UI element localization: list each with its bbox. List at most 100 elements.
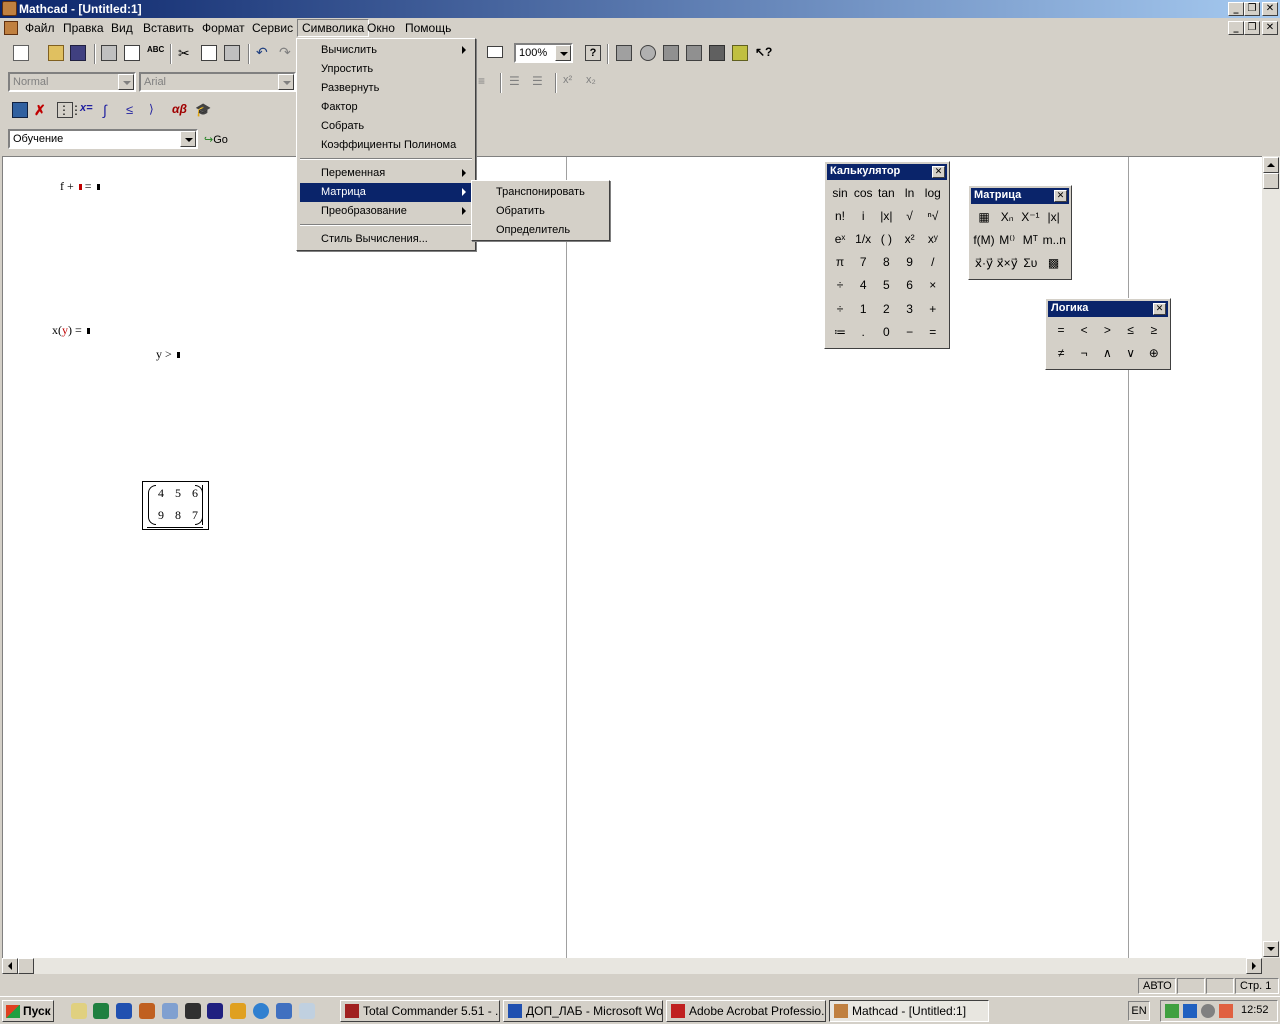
menu-insert[interactable]: Вставить bbox=[140, 21, 197, 35]
palette-key[interactable]: ÷ bbox=[829, 299, 851, 319]
palette-key[interactable]: log bbox=[922, 183, 944, 203]
palette-key[interactable]: 5 bbox=[875, 275, 897, 295]
palette-key[interactable]: 6 bbox=[899, 275, 921, 295]
menu-edit[interactable]: Правка bbox=[60, 21, 107, 35]
palette-key[interactable]: x⃗·y⃗ bbox=[973, 253, 995, 273]
palette-key[interactable]: ▦ bbox=[973, 207, 995, 227]
placeholder[interactable] bbox=[96, 184, 100, 190]
palette-key[interactable]: π bbox=[829, 252, 851, 272]
palette-key[interactable]: tan bbox=[875, 183, 897, 203]
quicklaunch-icon[interactable] bbox=[276, 1003, 292, 1019]
menu-window[interactable]: Окно bbox=[364, 21, 398, 35]
menu-transform[interactable]: Преобразование bbox=[300, 202, 472, 221]
tray-icon[interactable] bbox=[1183, 1004, 1197, 1018]
palette-key[interactable]: n! bbox=[829, 206, 851, 226]
menu-collect[interactable]: Собрать bbox=[300, 117, 472, 136]
new-document-icon[interactable] bbox=[13, 45, 29, 61]
doc-minimize-button[interactable]: _ bbox=[1228, 21, 1244, 35]
palette-key[interactable]: Συ bbox=[1019, 253, 1041, 273]
menu-help[interactable]: Помощь bbox=[402, 21, 454, 35]
quicklaunch-icon[interactable] bbox=[185, 1003, 201, 1019]
hscroll-thumb[interactable] bbox=[18, 958, 34, 974]
doc-restore-button[interactable]: ❐ bbox=[1244, 21, 1260, 35]
palette-key[interactable]: Xₙ bbox=[996, 207, 1018, 227]
palette-key[interactable]: 7 bbox=[852, 252, 874, 272]
scroll-right-button[interactable] bbox=[1246, 958, 1262, 974]
task-acrobat[interactable]: Adobe Acrobat Professio... bbox=[666, 1000, 826, 1022]
undo-icon[interactable]: ↶ bbox=[256, 44, 272, 60]
palette-key[interactable]: + bbox=[922, 299, 944, 319]
align-right-icon[interactable]: ≡ bbox=[478, 74, 494, 90]
go-button[interactable]: ↪Go bbox=[202, 130, 234, 150]
scroll-thumb[interactable] bbox=[1263, 173, 1279, 189]
quicklaunch-icon[interactable] bbox=[299, 1003, 315, 1019]
palette-key[interactable]: ▩ bbox=[1043, 253, 1065, 273]
speaker-icon[interactable] bbox=[1201, 1004, 1215, 1018]
menu-expand[interactable]: Развернуть bbox=[300, 79, 472, 98]
palette-key[interactable]: . bbox=[852, 322, 874, 342]
palette-key[interactable]: ∧ bbox=[1096, 343, 1118, 363]
palette-key[interactable]: ≔ bbox=[829, 322, 851, 342]
palette-key[interactable]: × bbox=[922, 275, 944, 295]
tray-icon[interactable] bbox=[1165, 1004, 1179, 1018]
palette-key[interactable]: |x| bbox=[875, 206, 897, 226]
palette-key[interactable]: X⁻¹ bbox=[1019, 207, 1041, 227]
superscript-icon[interactable]: x² bbox=[563, 74, 579, 90]
palette-key[interactable]: ( ) bbox=[875, 229, 897, 249]
redo-icon[interactable]: ↷ bbox=[279, 44, 295, 60]
insert-region-icon[interactable] bbox=[487, 46, 503, 58]
palette-key[interactable]: cos bbox=[852, 183, 874, 203]
quicklaunch-icon[interactable] bbox=[230, 1003, 246, 1019]
resources-select[interactable]: Обучение bbox=[8, 129, 198, 149]
document-icon[interactable] bbox=[4, 21, 18, 35]
greek-toolbar-icon[interactable]: αβ bbox=[172, 102, 188, 118]
worksheet[interactable]: f + = x(y) = y > 456 987 bbox=[2, 156, 1262, 959]
palette-key[interactable]: 2 bbox=[875, 299, 897, 319]
close-button[interactable]: ✕ bbox=[1262, 2, 1278, 16]
palette-key[interactable]: ≠ bbox=[1050, 343, 1072, 363]
matrix-region[interactable]: 456 987 bbox=[142, 481, 209, 530]
palette-key[interactable]: √ bbox=[899, 206, 921, 226]
calculator-toolbar-icon[interactable] bbox=[12, 102, 28, 118]
spellcheck-icon[interactable]: ABC bbox=[147, 45, 164, 61]
numbering-icon[interactable]: ☰ bbox=[532, 74, 548, 90]
palette-key[interactable]: sin bbox=[829, 183, 851, 203]
task-word[interactable]: ДОП_ЛАБ - Microsoft Word bbox=[503, 1000, 663, 1022]
menu-transpose[interactable]: Транспонировать bbox=[475, 183, 606, 202]
palette-key[interactable]: 9 bbox=[899, 252, 921, 272]
horizontal-scrollbar[interactable] bbox=[2, 958, 1262, 974]
menu-polynomial-coefficients[interactable]: Коэффициенты Полинома bbox=[300, 136, 472, 155]
close-icon[interactable]: ✕ bbox=[1153, 303, 1166, 315]
scroll-up-button[interactable] bbox=[1263, 157, 1279, 173]
open-folder-icon[interactable] bbox=[48, 45, 64, 61]
palette-key[interactable]: x⃗×y⃗ bbox=[996, 253, 1018, 273]
language-indicator[interactable]: EN bbox=[1128, 1001, 1150, 1021]
menu-format[interactable]: Формат bbox=[199, 21, 248, 35]
palette-key[interactable]: m..n bbox=[1043, 230, 1066, 250]
task-mathcad[interactable]: Mathcad - [Untitled:1] bbox=[829, 1000, 989, 1022]
restore-button[interactable]: ❐ bbox=[1244, 2, 1260, 16]
palette-key[interactable]: ÷ bbox=[829, 275, 851, 295]
evaluation-toolbar-icon[interactable]: x= bbox=[80, 102, 96, 118]
palette-key[interactable]: M⁽⁾ bbox=[996, 230, 1018, 250]
calculus-toolbar-icon[interactable]: ∫ bbox=[103, 102, 119, 118]
palette-key[interactable]: 3 bbox=[899, 299, 921, 319]
menu-evaluate[interactable]: Вычислить bbox=[300, 41, 472, 60]
print-icon[interactable] bbox=[101, 45, 117, 61]
font-select[interactable]: Arial bbox=[139, 72, 296, 92]
palette-key[interactable]: < bbox=[1073, 320, 1095, 340]
print-preview-icon[interactable] bbox=[124, 45, 140, 61]
menu-determinant[interactable]: Определитель bbox=[475, 221, 606, 240]
cut-icon[interactable]: ✂ bbox=[178, 45, 194, 61]
context-help-icon[interactable]: ↖? bbox=[755, 45, 772, 61]
palette-key[interactable]: 1 bbox=[852, 299, 874, 319]
style-select[interactable]: Normal bbox=[8, 72, 136, 92]
close-icon[interactable]: ✕ bbox=[932, 166, 945, 178]
start-button[interactable]: Пуск bbox=[2, 1000, 54, 1022]
quicklaunch-icon[interactable] bbox=[162, 1003, 178, 1019]
programming-toolbar-icon[interactable]: ⟩ bbox=[149, 102, 165, 118]
menu-symbolics[interactable]: Символика bbox=[297, 19, 370, 37]
palette-key[interactable]: f(M) bbox=[973, 230, 995, 250]
palette-key[interactable]: i bbox=[852, 206, 874, 226]
palette-key[interactable]: |x| bbox=[1043, 207, 1065, 227]
